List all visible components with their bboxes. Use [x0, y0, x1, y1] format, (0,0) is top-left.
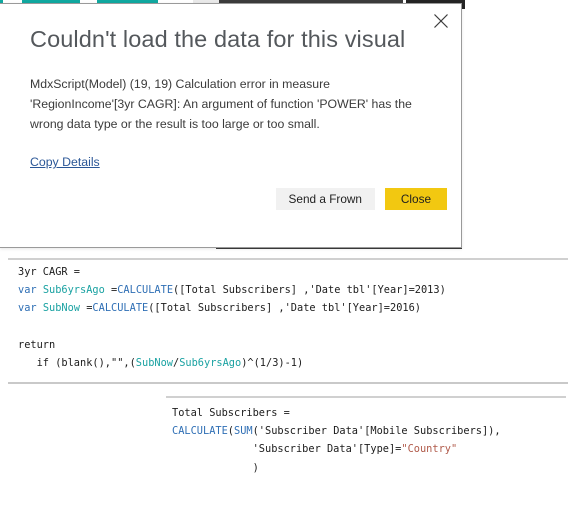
code-block-3yr-cagr: 3yr CAGR = var Sub6yrsAgo =CALCULATE([Tot… — [18, 263, 446, 372]
code-token: SubNow — [42, 302, 87, 315]
close-button[interactable]: Close — [385, 188, 447, 210]
code-token: Total Subscribers = — [172, 407, 290, 419]
code-token: CALCULATE — [92, 302, 149, 315]
close-icon[interactable] — [430, 10, 452, 32]
code-token: "Country" — [401, 443, 458, 456]
dialog-message: MdxScript(Model) (19, 19) Calculation er… — [30, 77, 412, 131]
code-divider-top — [8, 258, 568, 260]
code-line: if (blank(),"",(SubNow/Sub6yrsAgo)^(1/3)… — [18, 354, 446, 372]
code-token: 'Subscriber Data'[Type]= — [172, 443, 402, 456]
copy-details-link[interactable]: Copy Details — [30, 155, 100, 169]
dialog-button-row: Send a Frown Close — [275, 188, 447, 210]
code-line: ) — [172, 459, 501, 477]
code-line: var SubNow =CALCULATE([Total Subscribers… — [18, 299, 446, 317]
code-line: CALCULATE(SUM('Subscriber Data'[Mobile S… — [172, 422, 501, 440]
code-token: CALCULATE — [172, 425, 228, 438]
error-dialog: Couldn't load the data for this visual M… — [0, 3, 462, 248]
code-divider-top-2 — [166, 396, 566, 398]
code-token: )^(1/3)-1) — [241, 357, 304, 370]
code-line: 'Subscriber Data'[Type]="Country" — [172, 440, 501, 458]
code-token: var — [18, 302, 43, 315]
code-token: SUM — [234, 425, 253, 438]
code-token: ) — [172, 461, 259, 474]
code-line: var Sub6yrsAgo =CALCULATE([Total Subscri… — [18, 281, 446, 299]
code-block-total-subscribers: Total Subscribers = CALCULATE(SUM('Subscr… — [172, 404, 501, 477]
code-token: ('Subscriber Data'[Mobile Subscribers]), — [252, 425, 501, 438]
code-token: return — [18, 338, 56, 351]
code-token: CALCULATE — [117, 284, 174, 297]
code-token: ([Total Subscribers] ,'Date tbl'[Year]=2… — [148, 302, 421, 315]
code-token: 3yr CAGR = — [18, 266, 80, 278]
code-token: Sub6yrsAgo — [179, 357, 242, 370]
code-divider-bottom — [8, 382, 568, 384]
send-a-frown-button[interactable]: Send a Frown — [275, 188, 375, 210]
code-token: var — [18, 284, 43, 297]
code-token: ([Total Subscribers] ,'Date tbl'[Year]=2… — [173, 284, 446, 297]
code-token: SubNow — [135, 357, 173, 370]
code-line: Total Subscribers = — [172, 404, 501, 422]
dialog-title: Couldn't load the data for this visual — [30, 26, 406, 52]
code-token: if (blank(),"",( — [18, 357, 136, 370]
code-line: return — [18, 336, 446, 354]
code-token: Sub6yrsAgo — [42, 284, 112, 297]
code-line: 3yr CAGR = — [18, 263, 446, 281]
